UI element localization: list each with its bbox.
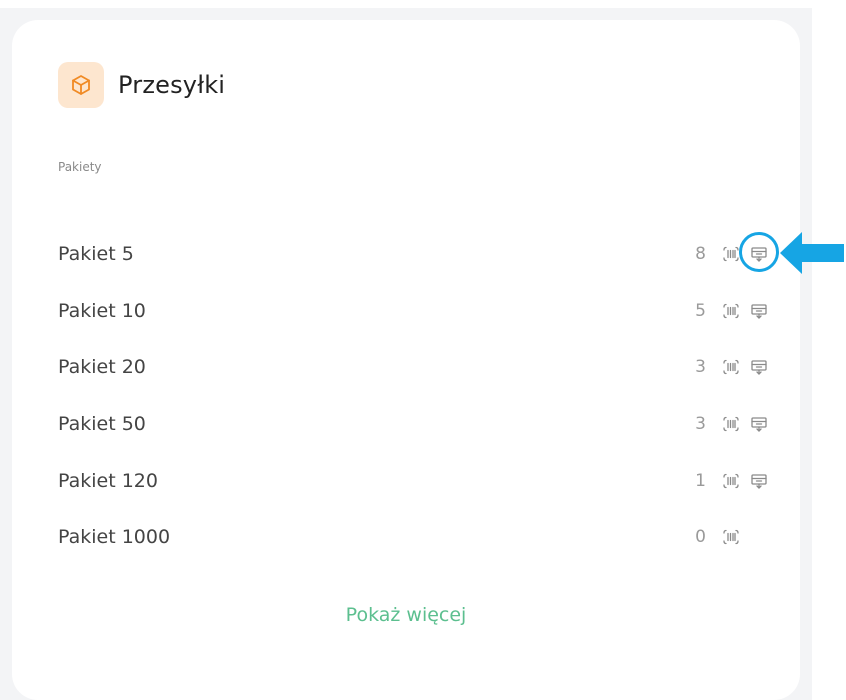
- show-more-link[interactable]: Pokaż więcej: [12, 604, 800, 626]
- package-name: Pakiet 120: [58, 469, 158, 492]
- barcode-icon[interactable]: [720, 470, 742, 492]
- package-actions: 1: [695, 466, 770, 496]
- package-name: Pakiet 20: [58, 356, 146, 379]
- package-name: Pakiet 1000: [58, 526, 171, 549]
- package-list: Pakiet 5 8 Pakiet 10 5 Pakiet 20 3 Pakiet 50 3 P…: [58, 226, 779, 566]
- card-header: Przesyłki: [58, 62, 225, 108]
- package-actions: 5: [695, 296, 770, 326]
- package-row: Pakiet 50 3: [58, 396, 770, 453]
- package-row: Pakiet 5 8: [58, 226, 779, 283]
- package-count: 3: [695, 414, 706, 435]
- package-actions: 8: [695, 232, 779, 273]
- voucher-download-icon[interactable]: [739, 232, 779, 273]
- voucher-download-icon[interactable]: [748, 413, 770, 435]
- package-row: Pakiet 1000 0: [58, 509, 770, 566]
- package-row: Pakiet 20 3: [58, 339, 770, 396]
- package-count: 8: [695, 244, 706, 265]
- voucher-download-icon[interactable]: [748, 300, 770, 322]
- voucher-download-icon[interactable]: [748, 470, 770, 492]
- package-actions: 0: [695, 522, 770, 552]
- barcode-icon[interactable]: [720, 413, 742, 435]
- package-count: 1: [695, 470, 706, 491]
- package-row: Pakiet 10 5: [58, 283, 770, 340]
- package-actions: 3: [695, 409, 770, 439]
- package-name: Pakiet 10: [58, 299, 146, 322]
- package-box-icon: [58, 62, 104, 108]
- package-count: 0: [695, 527, 706, 548]
- voucher-download-icon[interactable]: [748, 356, 770, 378]
- barcode-icon[interactable]: [720, 526, 742, 548]
- barcode-icon[interactable]: [720, 243, 742, 265]
- annotation-arrow-icon: [780, 232, 844, 274]
- package-actions: 3: [695, 352, 770, 382]
- barcode-icon[interactable]: [720, 356, 742, 378]
- package-name: Pakiet 5: [58, 243, 134, 266]
- section-label-packages: Pakiety: [58, 160, 102, 174]
- package-count: 3: [695, 357, 706, 378]
- package-name: Pakiet 50: [58, 413, 146, 436]
- barcode-icon[interactable]: [720, 300, 742, 322]
- package-count: 5: [695, 300, 706, 321]
- card-title: Przesyłki: [118, 71, 226, 99]
- package-row: Pakiet 120 1: [58, 452, 770, 509]
